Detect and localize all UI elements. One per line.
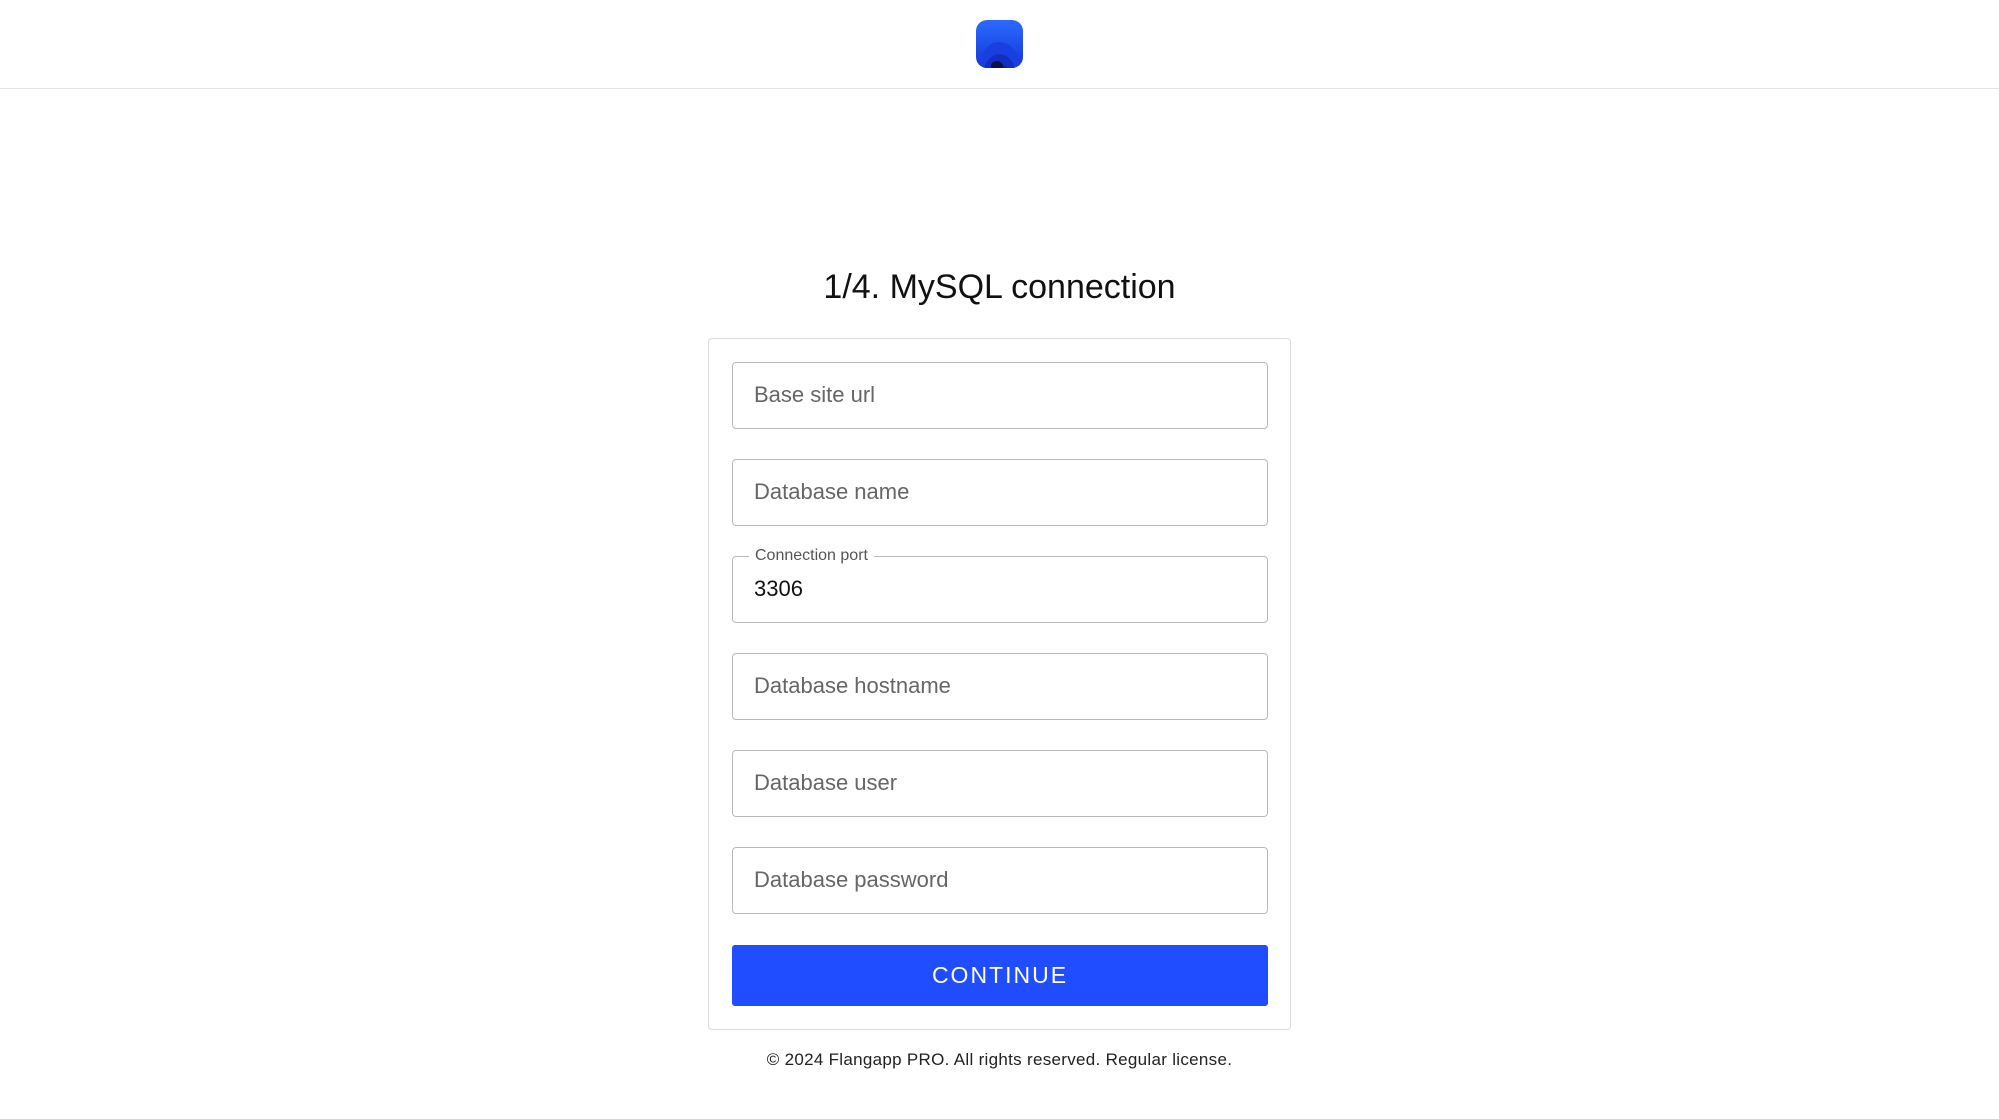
connection-port-field[interactable]: Connection port xyxy=(732,546,1268,623)
app-logo-icon[interactable] xyxy=(976,20,1023,68)
top-bar xyxy=(0,0,1999,89)
base-site-url-field[interactable] xyxy=(732,362,1268,429)
database-user-input[interactable] xyxy=(754,751,1254,815)
connection-port-input[interactable] xyxy=(754,557,1254,621)
database-name-field[interactable] xyxy=(732,459,1268,526)
footer-copyright: © 2024 Flangapp PRO. All rights reserved… xyxy=(766,1050,1233,1069)
page-title: 1/4. MySQL connection xyxy=(823,268,1176,306)
mysql-connection-form: Connection port CONTINUE xyxy=(708,338,1291,1030)
base-site-url-input[interactable] xyxy=(754,363,1254,427)
continue-button[interactable]: CONTINUE xyxy=(732,945,1268,1006)
database-password-input[interactable] xyxy=(754,848,1254,912)
database-hostname-field[interactable] xyxy=(732,653,1268,720)
database-password-field[interactable] xyxy=(732,847,1268,914)
database-name-input[interactable] xyxy=(754,460,1254,524)
database-hostname-input[interactable] xyxy=(754,654,1254,718)
database-user-field[interactable] xyxy=(732,750,1268,817)
